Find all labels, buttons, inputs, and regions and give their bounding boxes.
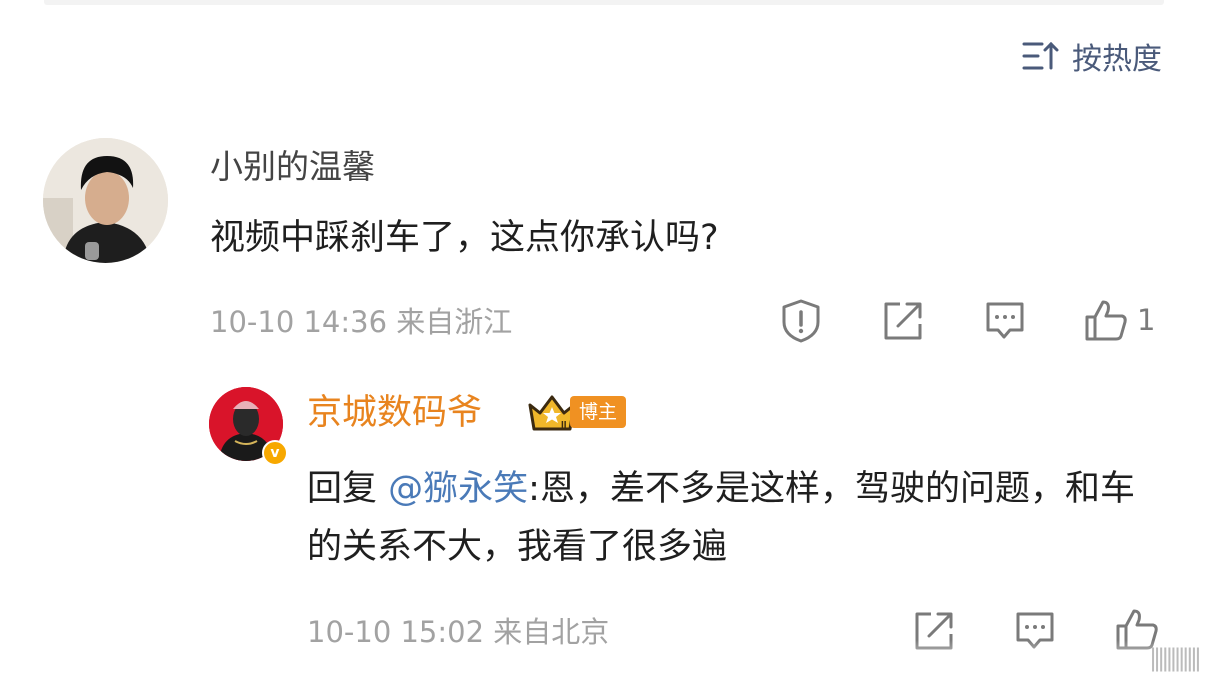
comment-timestamp: 10-10 14:36 — [210, 305, 388, 339]
like-button[interactable]: 1 — [1083, 297, 1155, 343]
reply-icon — [986, 302, 1024, 339]
reply-location: 来自北京 — [493, 615, 610, 649]
watermark-glyph: |||||||||||| — [1148, 644, 1202, 672]
top-divider — [44, 0, 1164, 5]
like-icon — [1085, 300, 1127, 341]
sort-icon — [1022, 41, 1059, 70]
comment-username[interactable]: 小别的温馨 — [210, 143, 375, 191]
reply-meta: 10-10 15:02 来自北京 — [307, 608, 609, 656]
comment-text: 视频中踩刹车了，这点你承认吗? — [210, 218, 719, 258]
verified-badge-icon: v — [262, 440, 288, 466]
blogger-username[interactable]: 京城数码爷 — [307, 388, 482, 438]
reply-button[interactable] — [984, 300, 1026, 342]
bottom-fade — [700, 640, 1206, 687]
avatar[interactable] — [43, 138, 168, 263]
share-icon — [884, 302, 922, 340]
like-count: 1 — [1137, 303, 1156, 337]
blogger-badge: 博主 — [570, 396, 627, 428]
reply-timestamp: 10-10 15:02 — [307, 615, 485, 649]
report-icon — [782, 299, 820, 343]
reply-prefix: 回复 — [307, 469, 378, 509]
mention-link[interactable]: @猕永笑 — [388, 469, 528, 509]
comment-meta: 10-10 14:36 来自浙江 — [210, 298, 512, 346]
comment-location: 来自浙江 — [396, 305, 513, 339]
report-button[interactable] — [779, 298, 823, 344]
sort-label: 按热度 — [1072, 42, 1162, 77]
svg-text:II: II — [561, 420, 567, 431]
share-button[interactable] — [882, 300, 924, 342]
sort-by-popularity-button[interactable]: 按热度 — [1022, 34, 1162, 78]
reply-text: 回复 @猕永笑:恩，差不多是这样，驾驶的问题，和车的关系不大，我看了很多遍 — [307, 460, 1147, 576]
